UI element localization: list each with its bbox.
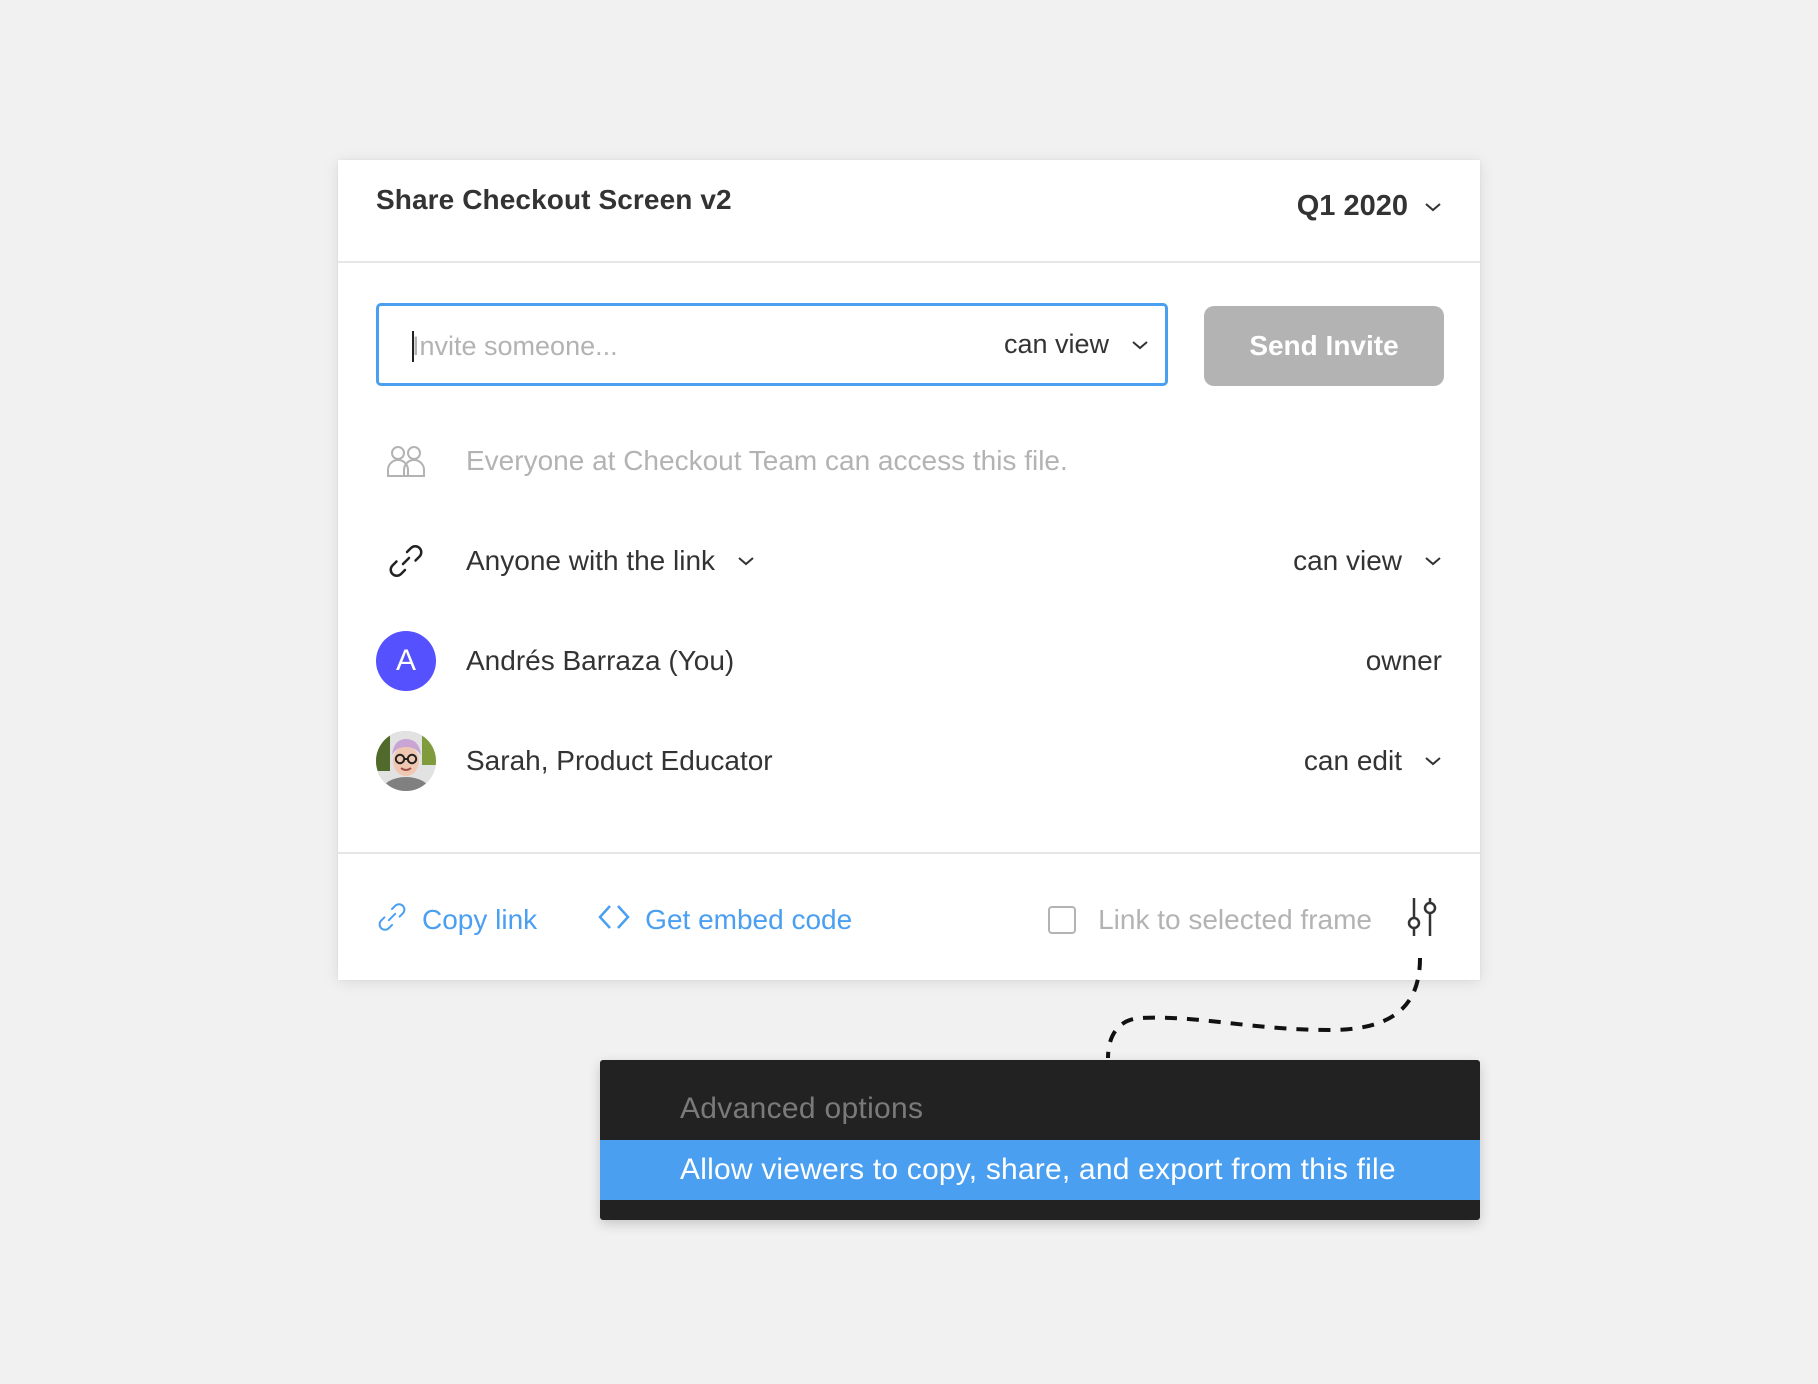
link-to-frame-checkbox[interactable] xyxy=(1048,906,1077,934)
member-name: Sarah, Product Educator xyxy=(466,745,773,776)
title-file-name: Checkout Screen v2 xyxy=(454,184,732,215)
chevron-down-icon xyxy=(737,555,755,567)
chevron-down-icon xyxy=(1131,339,1149,351)
title-prefix: Share xyxy=(376,184,455,215)
chevron-down-icon xyxy=(1424,755,1442,767)
link-icon xyxy=(376,531,436,591)
team-people-icon xyxy=(376,431,436,491)
avatar-photo xyxy=(376,731,436,791)
team-access-text: Everyone at Checkout Team can access thi… xyxy=(466,445,1068,476)
period-selector[interactable]: Q1 2020 xyxy=(1297,190,1442,223)
chevron-down-icon xyxy=(1424,555,1442,567)
advanced-options-header: Advanced options xyxy=(680,1092,924,1125)
footer-divider xyxy=(338,852,1480,854)
link-permission-label: can view xyxy=(1293,545,1402,576)
member-row: A Andrés Barraza (You) owner xyxy=(376,629,1442,693)
sliders-icon xyxy=(1402,898,1442,944)
code-brackets-icon xyxy=(597,903,631,938)
allow-viewers-export-label: Allow viewers to copy, share, and export… xyxy=(680,1153,1396,1186)
dialog-header: Share Checkout Screen v2 Q1 2020 xyxy=(338,160,1480,263)
allow-viewers-export-option[interactable]: Allow viewers to copy, share, and export… xyxy=(600,1140,1480,1200)
share-dialog: Share Checkout Screen v2 Q1 2020 can vie… xyxy=(338,160,1480,980)
invite-input[interactable] xyxy=(412,326,932,366)
dialog-footer: Copy link Get embed code Link to selecte… xyxy=(376,890,1442,950)
avatar: A xyxy=(376,631,436,691)
member-name: Andrés Barraza (You) xyxy=(466,645,735,676)
send-invite-button[interactable]: Send Invite xyxy=(1204,306,1444,386)
advanced-settings-button[interactable] xyxy=(1402,896,1442,940)
link-permission-dropdown[interactable]: can view xyxy=(1293,545,1442,577)
member-role-label: owner xyxy=(1365,645,1442,676)
period-selector-label: Q1 2020 xyxy=(1296,190,1408,222)
link-to-frame-label: Link to selected frame xyxy=(1098,904,1372,935)
member-role: owner xyxy=(1366,645,1442,677)
advanced-options-menu: Advanced options Allow viewers to copy, … xyxy=(600,1060,1480,1220)
text-caret xyxy=(412,331,414,362)
dialog-title: Share Checkout Screen v2 xyxy=(376,184,732,216)
invite-permission-dropdown[interactable]: can view xyxy=(1004,306,1149,383)
link-scope-label[interactable]: Anyone with the link xyxy=(466,545,715,577)
copy-link-button[interactable]: Copy link xyxy=(376,901,537,940)
member-row: Sarah, Product Educator can edit xyxy=(376,729,1442,793)
avatar-initial: A xyxy=(376,631,436,691)
get-embed-code-button[interactable]: Get embed code xyxy=(597,903,852,938)
embed-code-label: Get embed code xyxy=(645,904,853,935)
link-to-frame-option[interactable]: Link to selected frame xyxy=(1048,904,1372,936)
invite-permission-label: can view xyxy=(1003,329,1109,359)
copy-link-label: Copy link xyxy=(422,904,538,935)
invite-field[interactable]: can view xyxy=(376,303,1168,386)
link-scope-dropdown[interactable] xyxy=(737,555,755,567)
member-role-dropdown[interactable]: can edit xyxy=(1304,745,1442,777)
link-access-row: Anyone with the link can view xyxy=(376,529,1442,593)
chevron-down-icon xyxy=(1424,201,1442,213)
member-role-label: can edit xyxy=(1303,745,1402,776)
link-icon xyxy=(376,901,408,940)
team-access-row: Everyone at Checkout Team can access thi… xyxy=(376,429,1442,493)
avatar xyxy=(376,731,436,791)
